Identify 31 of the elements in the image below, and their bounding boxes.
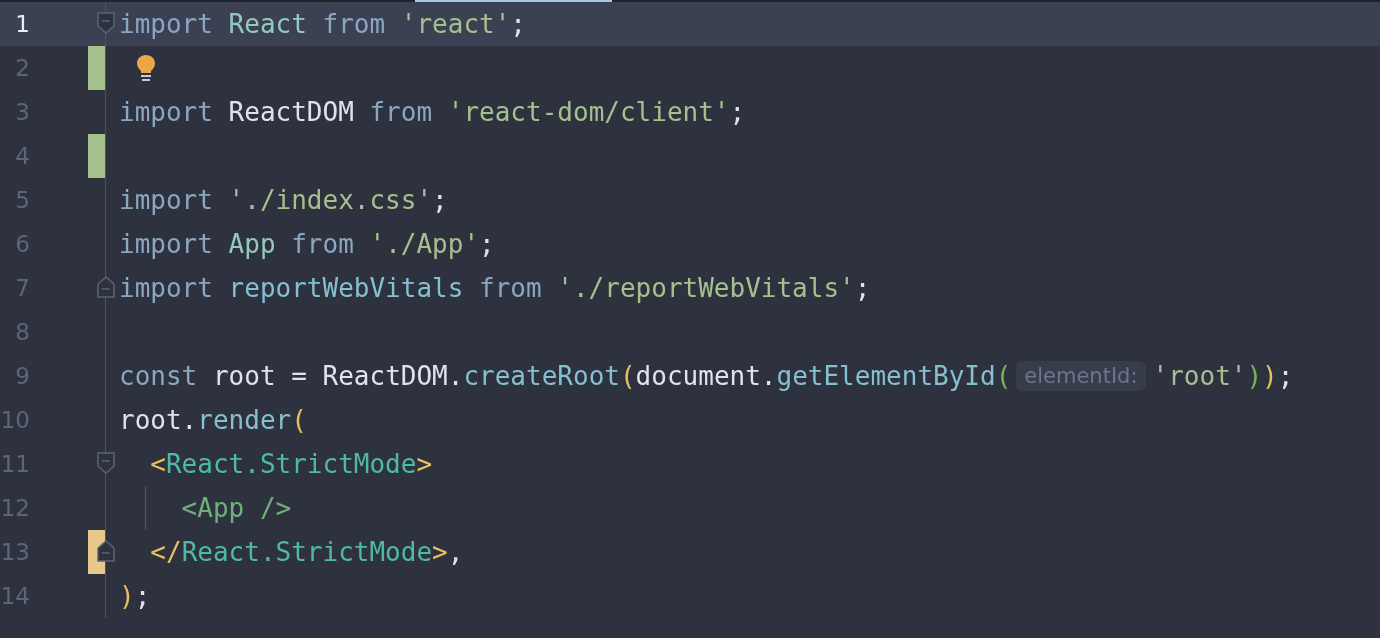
code-text: import ReactDOM from 'react-dom/client'; xyxy=(119,97,746,127)
line-number: 6 xyxy=(14,231,30,257)
fold-collapse-icon[interactable] xyxy=(97,12,115,34)
code-text: root.render( xyxy=(119,405,307,435)
code-text: </React.StrictMode>, xyxy=(149,537,464,567)
code-text: 'root')); xyxy=(1152,361,1294,391)
line-number: 3 xyxy=(14,99,30,125)
line-number: 12 xyxy=(0,495,30,521)
code-text: import React from 'react'; xyxy=(119,9,526,39)
lightbulb-icon[interactable] xyxy=(136,54,156,82)
line-number: 4 xyxy=(14,143,30,169)
line-number: 8 xyxy=(14,319,30,345)
line-number: 10 xyxy=(0,407,30,433)
code-text: const root = ReactDOM.createRoot(document.getElementById( xyxy=(119,361,1012,391)
code-text: <App /> xyxy=(180,493,292,523)
line-number: 2 xyxy=(14,55,30,81)
fold-end-icon[interactable] xyxy=(97,540,115,562)
code-text: import App from './App'; xyxy=(119,229,495,259)
code-text: <React.StrictMode> xyxy=(149,449,433,479)
line-number: 11 xyxy=(0,451,30,477)
line-number: 1 xyxy=(14,11,30,37)
fold-collapse-icon[interactable] xyxy=(97,452,115,474)
line-number: 14 xyxy=(0,583,30,609)
line-number: 9 xyxy=(14,363,30,389)
line-number: 13 xyxy=(0,539,30,565)
line-number: 7 xyxy=(14,275,30,301)
code-text: import reportWebVitals from './reportWebVitals'; xyxy=(119,273,871,303)
code-text: ); xyxy=(119,581,151,611)
parameter-hint: elementId: xyxy=(1016,361,1146,391)
code-text: import './index.css'; xyxy=(119,185,448,215)
line-number: 5 xyxy=(14,187,30,213)
